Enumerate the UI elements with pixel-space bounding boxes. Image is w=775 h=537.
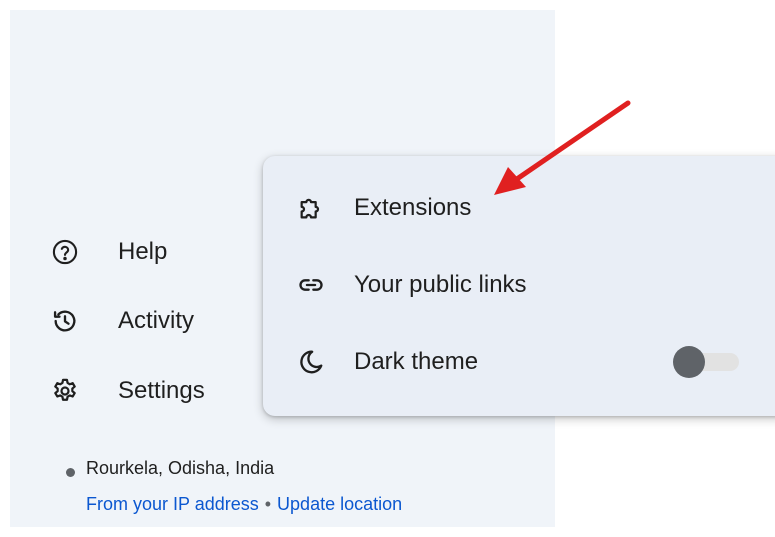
nav-item-help[interactable]: Help xyxy=(50,232,167,272)
toggle-thumb xyxy=(673,346,705,378)
location-place: Rourkela, Odisha, India xyxy=(86,458,275,478)
gear-icon xyxy=(50,376,80,406)
link-icon xyxy=(296,270,326,300)
annotation-arrow-icon xyxy=(494,100,631,195)
help-circle-icon xyxy=(50,237,80,267)
dark-theme-toggle[interactable] xyxy=(673,346,741,378)
puzzle-icon xyxy=(296,193,326,223)
nav-item-activity[interactable]: Activity xyxy=(50,301,194,341)
nav-item-label: Settings xyxy=(118,377,205,404)
nav-item-label: Activity xyxy=(118,307,195,334)
menu-item-label: Your public links xyxy=(354,271,527,298)
menu-item-dark-theme[interactable]: Dark theme xyxy=(263,327,775,397)
ip-address-link[interactable]: From your IP address xyxy=(86,494,259,515)
nav-item-label: Help xyxy=(118,238,168,265)
history-icon xyxy=(50,306,80,336)
menu-item-public-links[interactable]: Your public links xyxy=(263,250,775,320)
location-status-dot xyxy=(66,468,75,477)
location-separator: • xyxy=(264,494,272,514)
moon-icon xyxy=(296,347,326,377)
nav-item-settings[interactable]: Settings xyxy=(50,371,205,411)
menu-item-label: Dark theme xyxy=(354,348,479,375)
location-links: From your IP address • Update location xyxy=(86,494,402,515)
update-location-link[interactable]: Update location xyxy=(277,494,402,515)
menu-item-label: Extensions xyxy=(354,194,472,221)
